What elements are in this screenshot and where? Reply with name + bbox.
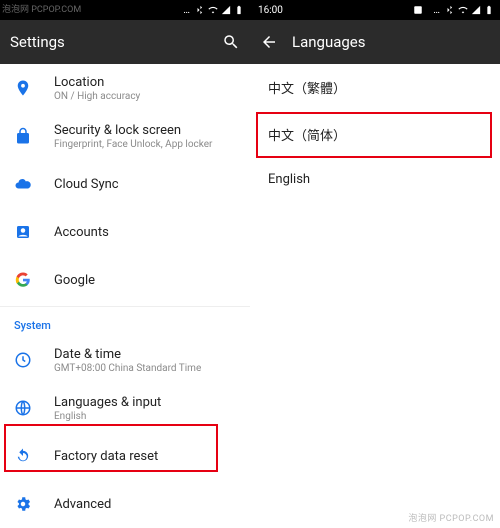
languages-toolbar: Languages <box>250 20 500 64</box>
battery-icon <box>484 5 494 15</box>
language-label: 中文（繁體） <box>268 82 346 97</box>
google-icon <box>14 271 32 289</box>
item-label: Security & lock screen <box>54 123 212 138</box>
languages-list: 中文（繁體） 中文（简体） English <box>250 64 500 528</box>
divider <box>0 306 250 307</box>
watermark-top: 泡泡网 PCPOP.COM <box>2 2 81 15</box>
wifi-icon <box>208 5 218 15</box>
language-option[interactable]: 中文（繁體） <box>250 64 500 111</box>
reset-icon <box>14 447 32 465</box>
settings-item-advanced[interactable]: Advanced <box>0 480 250 528</box>
lock-icon <box>14 127 32 145</box>
languages-pane: 16:00 … Languages 中文（繁體） 中文（简体） <box>250 0 500 528</box>
settings-list: Location ON / High accuracy Security & l… <box>0 64 250 528</box>
item-label: Factory data reset <box>54 449 158 464</box>
item-label: Date & time <box>54 347 201 362</box>
settings-item-languages[interactable]: Languages & input English <box>0 384 250 432</box>
settings-item-datetime[interactable]: Date & time GMT+08:00 China Standard Tim… <box>0 336 250 384</box>
item-label: Accounts <box>54 225 109 240</box>
page-title: Settings <box>10 33 208 51</box>
item-sub: Fingerprint, Face Unlock, App locker <box>54 139 212 150</box>
cloud-icon <box>14 175 32 193</box>
clock-icon <box>14 351 32 369</box>
battery-icon <box>234 5 244 15</box>
settings-item-accounts[interactable]: Accounts <box>0 208 250 256</box>
back-icon[interactable] <box>260 33 278 51</box>
bluetooth-icon <box>195 5 205 15</box>
bluetooth-icon <box>445 5 455 15</box>
watermark: 泡泡网 PCPOP.COM <box>408 511 494 524</box>
item-label: Cloud Sync <box>54 177 119 192</box>
globe-icon <box>14 399 32 417</box>
item-label: Location <box>54 75 140 90</box>
more-icon: … <box>183 5 191 16</box>
status-bar: 16:00 … <box>250 0 500 20</box>
item-sub: English <box>54 411 161 422</box>
language-label: 中文（简体） <box>268 129 346 144</box>
gear-icon <box>14 495 32 513</box>
item-label: Languages & input <box>54 395 161 410</box>
language-label: English <box>268 172 310 187</box>
settings-item-security[interactable]: Security & lock screen Fingerprint, Face… <box>0 112 250 160</box>
item-label: Advanced <box>54 497 111 512</box>
account-icon <box>14 223 32 241</box>
settings-item-reset[interactable]: Factory data reset <box>0 432 250 480</box>
language-option[interactable]: English <box>250 158 500 201</box>
wifi-icon <box>458 5 468 15</box>
settings-toolbar: Settings <box>0 20 250 64</box>
picture-icon <box>413 5 423 15</box>
item-label: Google <box>54 273 95 288</box>
settings-item-google[interactable]: Google <box>0 256 250 304</box>
search-icon[interactable] <box>222 33 240 51</box>
item-sub: GMT+08:00 China Standard Time <box>54 363 201 374</box>
settings-item-cloud[interactable]: Cloud Sync <box>0 160 250 208</box>
page-title: Languages <box>292 33 490 51</box>
settings-item-location[interactable]: Location ON / High accuracy <box>0 64 250 112</box>
language-option[interactable]: 中文（简体） <box>250 111 500 158</box>
signal-icon <box>471 5 481 15</box>
signal-icon <box>221 5 231 15</box>
item-sub: ON / High accuracy <box>54 91 140 102</box>
section-header-system: System <box>0 309 250 336</box>
more-icon: … <box>433 5 441 16</box>
settings-pane: 泡泡网 PCPOP.COM … Settings Location ON / H… <box>0 0 250 528</box>
status-time: 16:00 <box>258 5 283 16</box>
location-icon <box>14 79 32 97</box>
